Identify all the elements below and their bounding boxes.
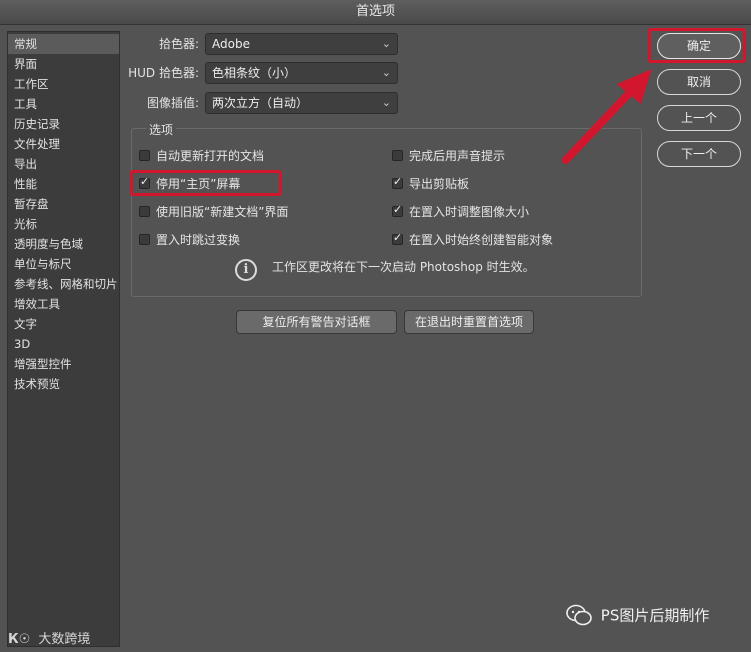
brand-name: 大数跨境 xyxy=(38,632,91,647)
channel-name: PS图片后期制作 xyxy=(600,606,710,625)
brand-watermark: К☉ 大数跨境 xyxy=(8,628,90,647)
wechat-icon xyxy=(566,604,592,626)
brand-logo-icon: К☉ xyxy=(8,632,31,647)
annotation-arrow xyxy=(562,69,652,164)
channel-watermark: PS图片后期制作 xyxy=(566,604,709,626)
